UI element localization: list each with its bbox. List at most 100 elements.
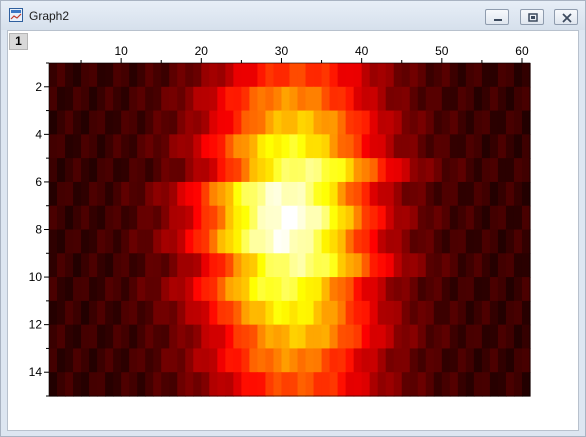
heatmap-cell bbox=[329, 372, 339, 397]
heatmap-cell bbox=[369, 86, 379, 112]
heatmap-cell bbox=[321, 134, 331, 159]
x-tick-label: 20 bbox=[195, 44, 209, 58]
heatmap-cell bbox=[105, 324, 114, 350]
heatmap-cell bbox=[225, 253, 234, 278]
heatmap-cell bbox=[57, 63, 66, 88]
heatmap-cell bbox=[121, 158, 130, 183]
heatmap-cell bbox=[129, 229, 138, 254]
heatmap-cell bbox=[521, 253, 531, 278]
heatmap-cell bbox=[369, 134, 379, 159]
heatmap-cell bbox=[57, 134, 66, 159]
heatmap-cell bbox=[321, 348, 331, 373]
heatmap-cell bbox=[401, 134, 411, 159]
heatmap-cell bbox=[241, 63, 251, 88]
heatmap-cell bbox=[113, 134, 122, 159]
heatmap-cell bbox=[137, 181, 146, 207]
heatmap-cell bbox=[433, 300, 443, 326]
heatmap-cell bbox=[57, 348, 66, 373]
heatmap-cell bbox=[449, 181, 459, 207]
heatmap-cell bbox=[409, 324, 419, 350]
heatmap-cell bbox=[113, 181, 122, 207]
heatmap-cell bbox=[449, 324, 459, 350]
heatmap-cell bbox=[513, 372, 523, 397]
heatmap-cell bbox=[145, 372, 154, 397]
heatmap-cell bbox=[473, 63, 483, 88]
heatmap-cell bbox=[481, 158, 491, 183]
heatmap-cell bbox=[353, 134, 363, 159]
heatmap-cell bbox=[169, 348, 178, 373]
heatmap-cell bbox=[121, 181, 130, 207]
heatmap-cell bbox=[465, 205, 475, 231]
heatmap-cell bbox=[481, 110, 491, 135]
heatmap-cell bbox=[297, 158, 307, 183]
heatmap-cell bbox=[225, 158, 234, 183]
heatmap-cell bbox=[217, 300, 226, 326]
heatmap-cell bbox=[49, 229, 58, 254]
heatmap-cell bbox=[313, 277, 323, 302]
heatmap-cell bbox=[441, 63, 451, 88]
heatmap-cell bbox=[377, 181, 387, 207]
heatmap-cell bbox=[129, 300, 138, 326]
heatmap-cell bbox=[193, 348, 202, 373]
heatmap-cell bbox=[169, 110, 178, 135]
heatmap-cell bbox=[313, 63, 323, 88]
heatmap-cell bbox=[153, 158, 162, 183]
heatmap-cell bbox=[289, 86, 299, 112]
heatmap-cell bbox=[65, 253, 74, 278]
heatmap-cell bbox=[385, 158, 395, 183]
heatmap-cell bbox=[265, 300, 275, 326]
heatmap-cell bbox=[113, 277, 122, 302]
heatmap-cell bbox=[433, 63, 443, 88]
heatmap-cell bbox=[209, 86, 218, 112]
heatmap-cell bbox=[81, 300, 90, 326]
heatmap-cell bbox=[281, 372, 291, 397]
heatmap-cell bbox=[121, 134, 130, 159]
heatmap-cell bbox=[65, 134, 74, 159]
heatmap-cell bbox=[425, 229, 435, 254]
heatmap-plot[interactable]: 10 20 30 40 50 60 2 4 6 8 10 12 14 bbox=[1, 1, 586, 437]
heatmap-cell bbox=[289, 277, 299, 302]
heatmap-cell bbox=[217, 181, 226, 207]
heatmap-cell bbox=[177, 110, 186, 135]
y-tick-label: 4 bbox=[35, 127, 42, 141]
heatmap-cell bbox=[137, 205, 146, 231]
heatmap-cell bbox=[521, 158, 531, 183]
heatmap-cell bbox=[441, 372, 451, 397]
heatmap-cell bbox=[273, 205, 283, 231]
heatmap-cell bbox=[265, 253, 275, 278]
heatmap-cell bbox=[201, 205, 210, 231]
heatmap-cell bbox=[273, 158, 283, 183]
heatmap-cell bbox=[281, 277, 291, 302]
heatmap-cell bbox=[433, 110, 443, 135]
heatmap-cell bbox=[329, 277, 339, 302]
heatmap-cell bbox=[425, 324, 435, 350]
heatmap-cell bbox=[233, 134, 242, 159]
heatmap-cell bbox=[225, 63, 234, 88]
heatmap-cell bbox=[521, 372, 531, 397]
layer-badge[interactable]: 1 bbox=[9, 33, 28, 50]
heatmap-cell bbox=[369, 63, 379, 88]
heatmap-cell bbox=[401, 300, 411, 326]
heatmap-cell bbox=[385, 277, 395, 302]
heatmap-cell bbox=[281, 348, 291, 373]
heatmap-cell bbox=[265, 205, 275, 231]
heatmap-cell bbox=[369, 205, 379, 231]
heatmap-cell bbox=[169, 63, 178, 88]
heatmap-cell bbox=[353, 110, 363, 135]
heatmap-cell bbox=[281, 110, 291, 135]
heatmap-cell bbox=[57, 253, 66, 278]
heatmap-cell bbox=[369, 181, 379, 207]
x-tick-label: 40 bbox=[355, 44, 369, 58]
heatmap-cell bbox=[521, 181, 531, 207]
heatmap-cell bbox=[489, 158, 499, 183]
heatmap-cell bbox=[513, 253, 523, 278]
heatmap-cell bbox=[313, 110, 323, 135]
heatmap-cell bbox=[113, 158, 122, 183]
heatmap-cell bbox=[353, 300, 363, 326]
heatmap-cell bbox=[313, 372, 323, 397]
heatmap-cell bbox=[321, 181, 331, 207]
heatmap-cell bbox=[225, 300, 234, 326]
heatmap-cell bbox=[161, 348, 170, 373]
heatmap-cell bbox=[521, 110, 531, 135]
heatmap-cell bbox=[457, 86, 467, 112]
